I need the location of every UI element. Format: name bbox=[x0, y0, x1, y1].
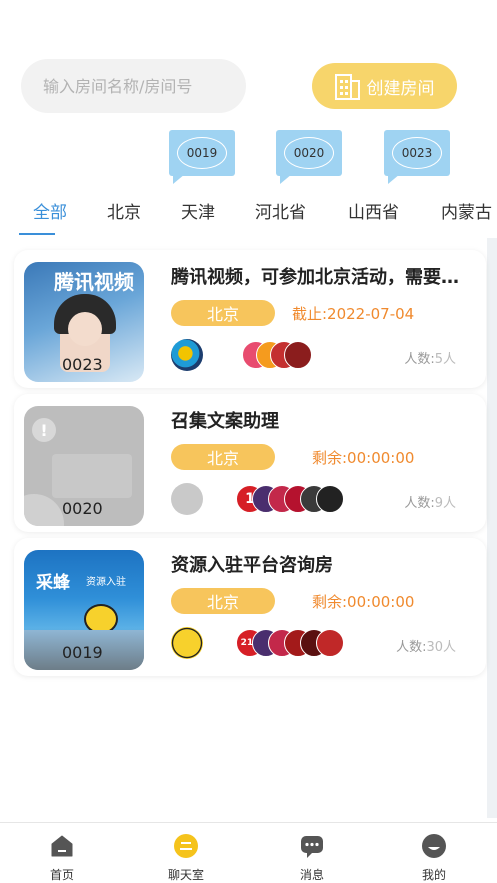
nav-profile-label: 我的 bbox=[421, 868, 446, 882]
tab-all[interactable]: 全部 bbox=[33, 198, 67, 223]
room-card[interactable]: ! 0020 召集文案助理 北京 剩余:00:00:00 1 人数:9人 bbox=[14, 394, 486, 532]
search-input[interactable] bbox=[43, 76, 233, 96]
member-avatars: 210 bbox=[236, 629, 356, 659]
member-avatar bbox=[284, 341, 312, 369]
chatroom-icon bbox=[174, 834, 198, 858]
room-bubble-label: 0020 bbox=[284, 137, 334, 169]
nav-messages[interactable]: 消息 bbox=[282, 833, 342, 883]
room-bubble-0020[interactable]: 0020 bbox=[276, 130, 342, 184]
member-count-value: 9人 bbox=[434, 496, 456, 511]
room-card[interactable]: 采蜂 资源入驻 0019 资源入驻平台咨询房 北京 剩余:00:00:00 21… bbox=[14, 538, 486, 676]
tab-neimenggu[interactable]: 内蒙古 bbox=[441, 198, 492, 223]
create-room-label: 创建房间 bbox=[366, 78, 435, 99]
room-status: 剩余:00:00:00 bbox=[312, 593, 415, 611]
building-icon bbox=[334, 74, 360, 100]
create-room-button[interactable]: 创建房间 bbox=[312, 63, 457, 109]
nav-chatroom-label: 聊天室 bbox=[167, 868, 204, 882]
room-number: 0023 bbox=[62, 355, 103, 374]
nav-profile[interactable]: 我的 bbox=[404, 833, 464, 883]
nav-messages-label: 消息 bbox=[299, 868, 324, 882]
owner-avatar[interactable] bbox=[171, 483, 203, 515]
member-avatars bbox=[226, 341, 346, 371]
nav-chatroom[interactable]: 聊天室 bbox=[156, 833, 216, 883]
room-bubble-0019[interactable]: 0019 bbox=[169, 130, 235, 184]
thumbnail-sub-text: 资源入驻 bbox=[86, 577, 126, 588]
alert-icon: ! bbox=[32, 418, 56, 442]
active-tab-indicator bbox=[19, 233, 55, 235]
thumbnail-brand-text: 腾讯视频 bbox=[54, 270, 134, 294]
nav-home-label: 首页 bbox=[49, 868, 74, 882]
message-icon bbox=[301, 836, 323, 858]
city-tag: 北京 bbox=[171, 444, 275, 470]
member-avatars: 1 bbox=[236, 485, 356, 515]
room-card[interactable]: 腾讯视频 0023 腾讯视频，可参加北京活动，需要… 北京 截止:2022-07… bbox=[14, 250, 486, 388]
city-tag: 北京 bbox=[171, 300, 275, 326]
owner-avatar[interactable] bbox=[171, 339, 203, 371]
member-count-label: 人数: bbox=[404, 496, 435, 511]
member-avatar bbox=[316, 485, 344, 513]
room-thumbnail: ! 0020 bbox=[24, 406, 144, 526]
member-avatar bbox=[316, 629, 344, 657]
tab-hebei[interactable]: 河北省 bbox=[255, 198, 306, 223]
bottom-nav: 首页 聊天室 消息 我的 bbox=[0, 822, 497, 883]
tab-tianjin[interactable]: 天津 bbox=[181, 198, 215, 223]
room-title: 资源入驻平台咨询房 bbox=[171, 555, 333, 576]
room-bubble-label: 0023 bbox=[392, 137, 442, 169]
tab-beijing[interactable]: 北京 bbox=[107, 198, 141, 223]
room-title: 腾讯视频，可参加北京活动，需要… bbox=[171, 267, 459, 288]
room-thumbnail: 腾讯视频 0023 bbox=[24, 262, 144, 382]
search-bar[interactable] bbox=[21, 59, 246, 113]
room-status: 剩余:00:00:00 bbox=[312, 449, 415, 467]
nav-home[interactable]: 首页 bbox=[32, 833, 92, 883]
profile-icon bbox=[422, 834, 446, 858]
member-count: 人数:9人 bbox=[404, 492, 456, 511]
room-title: 召集文案助理 bbox=[171, 411, 279, 432]
member-count-value: 30人 bbox=[426, 640, 456, 655]
tab-shanxi[interactable]: 山西省 bbox=[348, 198, 399, 223]
member-count: 人数:5人 bbox=[404, 348, 456, 367]
owner-avatar[interactable] bbox=[171, 627, 203, 659]
city-tag: 北京 bbox=[171, 588, 275, 614]
member-count-label: 人数: bbox=[404, 352, 435, 367]
member-count: 人数:30人 bbox=[396, 636, 456, 655]
member-count-label: 人数: bbox=[396, 640, 427, 655]
room-number: 0019 bbox=[62, 643, 103, 662]
room-status: 截止:2022-07-04 bbox=[292, 305, 415, 323]
room-thumbnail: 采蜂 资源入驻 0019 bbox=[24, 550, 144, 670]
home-icon bbox=[51, 835, 73, 857]
room-number: 0020 bbox=[62, 499, 103, 518]
list-scrollbar[interactable] bbox=[487, 238, 497, 818]
room-bubble-label: 0019 bbox=[177, 137, 227, 169]
region-tabs: 全部 北京 天津 河北省 山西省 内蒙古 bbox=[0, 195, 497, 239]
thumbnail-brand-text: 采蜂 bbox=[36, 573, 70, 593]
member-count-value: 5人 bbox=[434, 352, 456, 367]
room-bubble-0023[interactable]: 0023 bbox=[384, 130, 450, 184]
